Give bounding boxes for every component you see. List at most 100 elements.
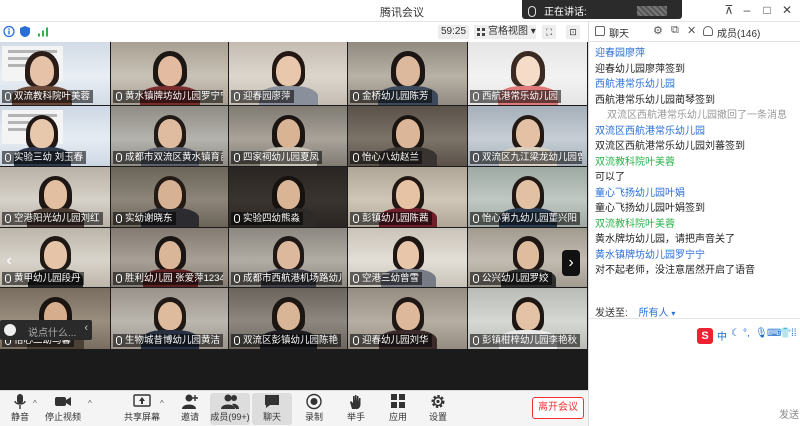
tab-members[interactable]: 成员(146) xyxy=(717,25,760,40)
chat-sender[interactable]: 双流教科院叶美蓉 xyxy=(595,217,799,233)
share-screen-button[interactable]: 共享屏幕 xyxy=(122,393,162,425)
video-tile[interactable]: 彭镇幼儿园陈茜 xyxy=(348,167,467,227)
participant-name: 实验四幼熊淼 xyxy=(231,212,304,225)
video-tile[interactable]: 实验四幼熊淼 xyxy=(229,167,347,227)
minimize-icon[interactable]: – xyxy=(740,3,754,17)
participant-name-text: 黄甲幼儿园段丹 xyxy=(14,273,81,284)
sogou-ime-icon[interactable]: S xyxy=(697,328,713,344)
video-tile[interactable]: 四家祠幼儿园夏凤 xyxy=(229,106,347,166)
participant-name: 彭镇柑梓幼儿园李艳秋 xyxy=(470,334,581,347)
mute-label: 静音 xyxy=(10,412,29,422)
chat-sender[interactable]: 迎春园廖萍 xyxy=(595,46,799,62)
video-tile[interactable]: 西航港常乐幼儿园 xyxy=(468,42,587,105)
video-tile[interactable]: 胜利幼儿园 张爱萍12345 xyxy=(111,228,228,287)
emoji-icon[interactable] xyxy=(4,324,16,336)
video-tile[interactable]: 双流区九江梁龙幼儿园曾杨亚 xyxy=(468,106,587,166)
grid-tools-icon[interactable]: ⁞⁞ xyxy=(791,328,797,339)
participant-face xyxy=(157,56,183,86)
close-icon[interactable]: ✕ xyxy=(780,3,794,17)
chat-settings-icon[interactable]: ⚙ xyxy=(653,24,663,37)
participant-name: 迎春幼儿园刘华 xyxy=(350,334,432,347)
fullscreen-icon[interactable]: ⛶ xyxy=(542,25,556,39)
video-tile[interactable]: 金桥幼儿园陈芳 xyxy=(348,42,467,105)
floating-chat-input[interactable]: 说点什么... ‹ xyxy=(0,320,92,340)
leave-meeting-button[interactable]: 离开会议 xyxy=(532,397,584,419)
chat-sender[interactable]: 西航港常乐幼儿园 xyxy=(595,77,799,93)
participant-name-text: 实幼谢晓东 xyxy=(125,213,173,224)
maximize-icon[interactable]: □ xyxy=(760,3,774,17)
view-mode-button[interactable]: 宫格视图 ▾ xyxy=(474,25,536,39)
mic-icon xyxy=(116,153,122,162)
video-tile[interactable]: 实幼谢晓东 xyxy=(111,167,228,227)
chat-message: 对不起老师，没注意居然开启了语音 xyxy=(595,265,755,276)
pin-icon[interactable]: ⊼ xyxy=(722,3,736,17)
video-tile[interactable]: 迎春幼儿园刘华 xyxy=(348,288,467,349)
participant-name: 空港阳光幼儿园刘红 xyxy=(2,212,103,225)
mute-button[interactable]: 静音 xyxy=(0,393,40,425)
hand-icon xyxy=(350,395,361,409)
moon-icon[interactable]: ☾ xyxy=(731,328,740,339)
stop-video-button[interactable]: 停止视频 xyxy=(40,393,86,425)
shield-icon[interactable] xyxy=(19,25,31,38)
mic-icon xyxy=(5,92,11,101)
mic-icon[interactable]: 🎙 xyxy=(755,328,768,339)
chat-close-icon[interactable]: ✕ xyxy=(687,24,696,37)
chat-sender[interactable]: 黄水镇牌坊幼儿园罗宁宁 xyxy=(595,248,799,264)
chat-sender[interactable]: 双流教科院叶美蓉 xyxy=(595,155,799,171)
video-tile[interactable]: 双流区彭镇幼儿园陈艳 xyxy=(229,288,347,349)
invite-button[interactable]: 邀请 xyxy=(170,393,210,425)
video-tile[interactable]: 黄水镇牌坊幼儿园罗宁宁 xyxy=(111,42,228,105)
video-tile[interactable]: 双流教科院叶美蓉 xyxy=(0,42,110,105)
participant-face xyxy=(515,56,541,86)
video-tile[interactable]: 迎春园廖萍 xyxy=(229,42,347,105)
mini-window-icon[interactable]: ⊡ xyxy=(566,25,580,39)
video-tile[interactable]: 实验三幼 刘玉春 xyxy=(0,106,110,166)
chat-tab-icon xyxy=(595,26,605,36)
tab-chat[interactable]: 聊天 xyxy=(609,25,629,40)
previous-page-arrow[interactable]: ‹ xyxy=(0,248,18,274)
participant-name-text: 空港阳光幼儿园刘红 xyxy=(14,213,100,224)
share-screen-icon xyxy=(133,394,151,407)
audio-options-caret[interactable]: ^ xyxy=(33,399,37,408)
members-button[interactable]: 成员(99+) xyxy=(210,393,250,425)
chat-sender[interactable]: 双流区西航港常乐幼儿园 xyxy=(595,124,799,140)
mic-icon xyxy=(353,336,359,345)
share-options-caret[interactable]: ^ xyxy=(160,399,164,408)
send-to-row: 发送至: 所有人 ▾ xyxy=(595,304,675,319)
chat-sender[interactable]: 童心飞扬幼儿园叶娟 xyxy=(595,186,799,202)
participant-name: 西航港常乐幼儿园 xyxy=(470,90,562,103)
video-tile[interactable]: 彭镇柑梓幼儿园李艳秋 xyxy=(468,288,587,349)
video-tile[interactable]: 生物城昔博幼儿园黄洁 xyxy=(111,288,228,349)
video-tile[interactable]: 成都市西航港机场路幼儿园 xyxy=(229,228,347,287)
participant-name: 怡心八幼赵兰 xyxy=(350,151,423,164)
send-button[interactable]: 发送 xyxy=(779,406,799,421)
next-page-arrow[interactable]: › xyxy=(562,250,580,276)
chevron-down-icon[interactable]: ▾ xyxy=(671,309,675,318)
video-tile[interactable]: 空港三幼曾雪 xyxy=(348,228,467,287)
participant-name: 成都市双流区黄水镇育苗幼 xyxy=(113,151,223,164)
ime-mode-label[interactable]: 中 xyxy=(717,328,727,343)
video-tile[interactable]: 成都市双流区黄水镇育苗幼 xyxy=(111,106,228,166)
punctuation-icon[interactable]: °, xyxy=(743,328,750,339)
participant-name-text: 公兴幼儿园罗姣 xyxy=(482,273,549,284)
info-icon[interactable] xyxy=(3,25,15,38)
participant-face xyxy=(276,56,301,86)
participant-face xyxy=(516,180,540,209)
signal-icon[interactable] xyxy=(37,25,49,38)
chat-button[interactable]: 聊天 xyxy=(252,393,292,425)
apps-button[interactable]: 应用 xyxy=(378,393,418,425)
chat-popout-icon[interactable]: ⧉ xyxy=(671,24,679,37)
record-button[interactable]: 录制 xyxy=(294,393,334,425)
video-tile[interactable]: 怡心八幼赵兰 xyxy=(348,106,467,166)
settings-label: 设置 xyxy=(428,412,447,422)
panel-tabs: 聊天 ⚙ ⧉ ✕ 成员(146) xyxy=(589,22,800,42)
chat-message: 西航港常乐幼儿园蔺琴签到 xyxy=(595,94,715,106)
raise-hand-button[interactable]: 举手 xyxy=(336,393,376,425)
collapse-icon[interactable]: ‹ xyxy=(84,322,88,334)
video-tile[interactable]: 怡心第九幼儿园董兴阳 xyxy=(468,167,587,227)
video-tile[interactable]: 空港阳光幼儿园刘红 xyxy=(0,167,110,227)
settings-button[interactable]: 设置 xyxy=(418,393,458,425)
video-options-caret[interactable]: ^ xyxy=(88,399,92,408)
participant-name-text: 迎春园廖萍 xyxy=(243,91,291,102)
skin-icon[interactable]: 👕 xyxy=(779,328,791,339)
